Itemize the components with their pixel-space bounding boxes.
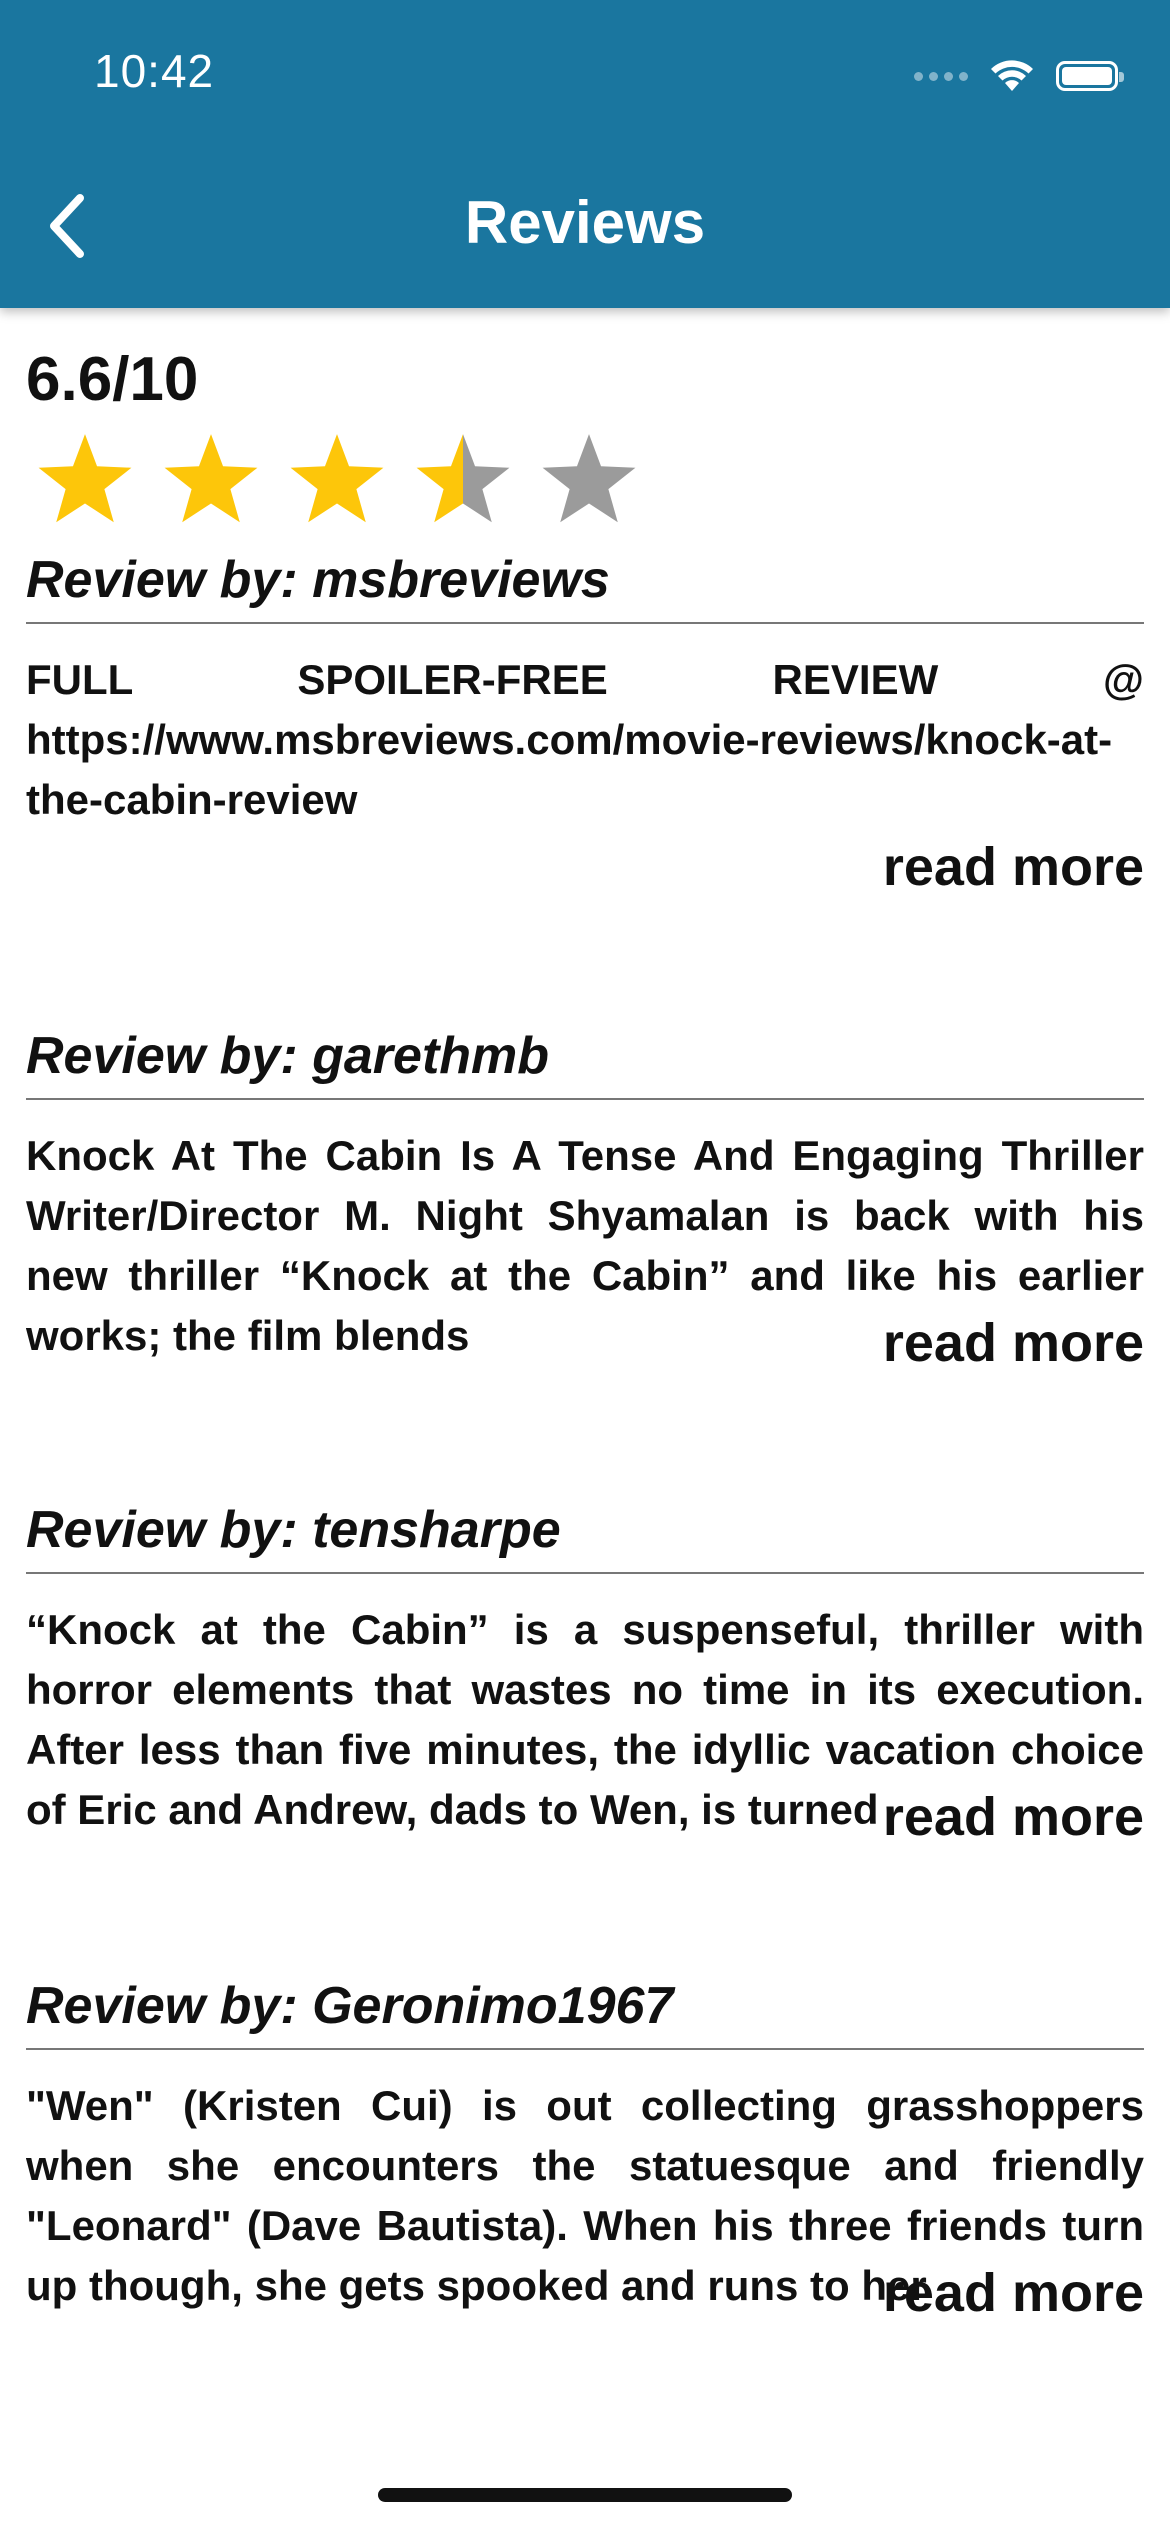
star-full-icon: [38, 434, 132, 523]
star-half-icon: [416, 434, 510, 523]
rating-score: 6.6/10: [26, 345, 199, 414]
read-more-button[interactable]: read more: [883, 836, 1144, 898]
page-title: Reviews: [464, 189, 706, 256]
cellular-signal-icon: [914, 71, 968, 81]
rating-stars: [34, 430, 640, 532]
nav-header: 10:42 Reviews: [0, 0, 1170, 308]
review-author: Review by: tensharpe: [26, 1494, 1144, 1574]
battery-icon: [1056, 61, 1124, 91]
star-full-icon: [290, 434, 384, 523]
review-card: Review by: garethmb Knock At The Cabin I…: [26, 1020, 1144, 1373]
star-empty-icon: [542, 434, 636, 523]
review-card: Review by: tensharpe “Knock at the Cabin…: [26, 1494, 1144, 1847]
read-more-button[interactable]: read more: [883, 1312, 1144, 1374]
read-more-button[interactable]: read more: [883, 2262, 1144, 2324]
review-author: Review by: garethmb: [26, 1020, 1144, 1100]
wifi-icon: [991, 60, 1033, 91]
status-time: 10:42: [94, 45, 215, 97]
review-author: Review by: Geronimo1967: [26, 1970, 1144, 2050]
review-card: Review by: msbreviews FULL SPOILER-FREE …: [26, 544, 1144, 897]
status-icons: [914, 54, 1124, 98]
star-full-icon: [164, 434, 258, 523]
review-author: Review by: msbreviews: [26, 544, 1144, 624]
review-card: Review by: Geronimo1967 "Wen" (Kristen C…: [26, 1970, 1144, 2323]
home-indicator[interactable]: [378, 2488, 792, 2502]
read-more-button[interactable]: read more: [883, 1786, 1144, 1848]
